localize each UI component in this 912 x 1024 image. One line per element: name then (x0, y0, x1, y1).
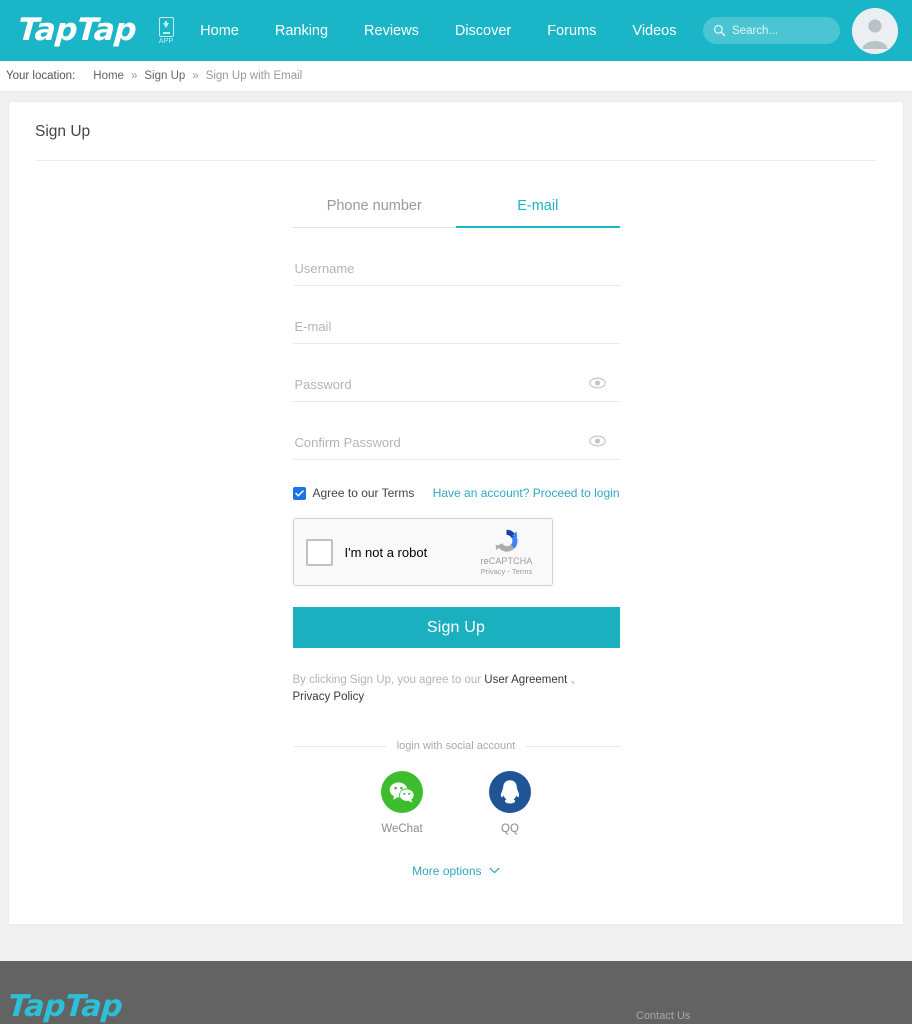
main-nav: Home Ranking Reviews Discover Forums Vid… (200, 23, 676, 39)
search-input[interactable] (732, 24, 830, 37)
contact-us-link[interactable]: Contact Us (636, 1010, 690, 1022)
search-box[interactable] (703, 17, 840, 44)
social-label-qq: QQ (501, 823, 519, 835)
checkmark-icon (294, 489, 304, 497)
signup-method-tabs: Phone number E-mail (292, 198, 620, 228)
social-login-qq[interactable]: QQ (489, 771, 531, 835)
signup-form: Phone number E-mail Username E-mail Pass… (292, 161, 620, 878)
more-options-label: More options (412, 864, 482, 878)
nav-item-discover[interactable]: Discover (455, 23, 511, 39)
recaptcha-branding: reCAPTCHA Privacy - Terms (471, 526, 543, 576)
agree-terms-checkbox[interactable] (292, 486, 306, 500)
toggle-confirm-password-visibility-button[interactable] (588, 434, 606, 452)
terms-row: Agree to our Terms Have an account? Proc… (292, 486, 620, 500)
site-footer: TapTap Contact Us (0, 961, 912, 1024)
nav-item-videos[interactable]: Videos (632, 23, 676, 39)
breadcrumb-separator: » (130, 70, 138, 82)
chevron-down-icon (489, 863, 500, 877)
password-field-wrap (292, 370, 620, 402)
header-right-cluster (703, 0, 898, 61)
confirm-password-field-wrap (292, 428, 620, 460)
breadcrumb-item-home[interactable]: Home (93, 70, 124, 82)
app-download-button[interactable]: APP (154, 16, 178, 45)
recaptcha-checkbox[interactable] (305, 538, 333, 566)
breadcrumb: Your location: Home » Sign Up » Sign Up … (0, 61, 912, 92)
recaptcha-logo-icon (471, 526, 543, 554)
more-options-button[interactable]: More options (293, 863, 620, 878)
breadcrumb-separator: » (192, 70, 199, 82)
recaptcha-brand-name: reCAPTCHA (480, 556, 533, 566)
breadcrumb-label: Your location: (6, 70, 76, 82)
recaptcha-label: I'm not a robot (344, 544, 428, 560)
confirm-password-input[interactable] (292, 428, 620, 459)
recaptcha-widget: I'm not a robot reCAPTCHA Privacy - Term… (292, 518, 553, 586)
breadcrumb-item-current: Sign Up with Email (205, 70, 303, 82)
user-avatar-icon (852, 7, 898, 54)
tab-phone-number[interactable]: Phone number (292, 198, 456, 228)
page-title: Sign Up (35, 123, 91, 140)
qq-penguin-icon (489, 771, 531, 813)
social-divider: login with social account (292, 740, 620, 752)
eye-icon (588, 435, 606, 447)
footer-taptap-logo: TapTap (6, 989, 124, 1024)
nav-item-forums[interactable]: Forums (547, 23, 596, 39)
eye-icon (588, 377, 606, 389)
social-accounts: WeChat QQ (293, 771, 620, 835)
social-login-wechat[interactable]: WeChat (381, 771, 423, 835)
agreement-prefix: By clicking Sign Up, you agree to our (292, 674, 485, 686)
username-input[interactable] (292, 254, 620, 285)
nav-item-home[interactable]: Home (200, 23, 239, 39)
phone-download-icon (158, 16, 174, 37)
signup-card: Sign Up Phone number E-mail Username E-m… (8, 101, 904, 925)
wechat-icon (381, 771, 423, 813)
social-label-wechat: WeChat (381, 823, 423, 835)
email-field-wrap (292, 312, 620, 344)
social-divider-text: login with social account (396, 740, 516, 752)
agree-terms-label[interactable]: Agree to our Terms (313, 486, 415, 500)
app-download-label: APP (158, 37, 174, 45)
toggle-password-visibility-button[interactable] (588, 376, 606, 394)
signup-submit-button[interactable]: Sign Up (292, 607, 620, 648)
breadcrumb-item-signup[interactable]: Sign Up (144, 70, 185, 82)
agreement-middle: 、 (567, 674, 583, 686)
site-header: TapTap APP Home Ranking Reviews Discover… (0, 0, 912, 61)
tab-email[interactable]: E-mail (456, 198, 620, 228)
search-icon (713, 24, 726, 37)
username-field-wrap (292, 254, 620, 286)
email-input[interactable] (292, 312, 620, 343)
divider-line-right (526, 745, 620, 747)
nav-item-reviews[interactable]: Reviews (364, 23, 419, 39)
avatar[interactable] (852, 7, 898, 54)
page-body: Sign Up Phone number E-mail Username E-m… (0, 92, 912, 961)
user-agreement-link[interactable]: User Agreement (484, 674, 567, 686)
password-input[interactable] (292, 370, 620, 401)
proceed-to-login-link[interactable]: Have an account? Proceed to login (433, 486, 620, 500)
recaptcha-legal-links[interactable]: Privacy - Terms (471, 567, 543, 576)
taptap-logo[interactable]: TapTap (17, 12, 138, 48)
agreement-text: By clicking Sign Up, you agree to our Us… (293, 672, 620, 706)
privacy-policy-link[interactable]: Privacy Policy (293, 691, 365, 703)
divider-line-left (292, 745, 386, 747)
nav-item-ranking[interactable]: Ranking (275, 23, 328, 39)
